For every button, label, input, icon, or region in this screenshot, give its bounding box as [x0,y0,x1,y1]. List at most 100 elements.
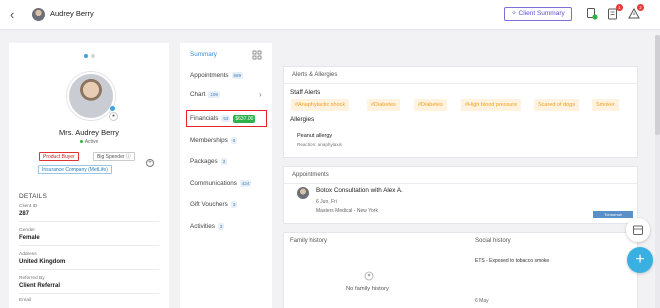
field-referred-by: Referred By Client Referral [19,276,159,294]
alerts-icon[interactable]: 2 [628,4,644,21]
divider [19,269,159,270]
nav-label: Appointments [190,72,229,79]
carousel-dot[interactable] [91,54,95,58]
alert-tag: #Diabetes [414,99,447,111]
nav-label: Activities [190,223,215,230]
client-name: Audrey Berry [50,9,94,18]
forms-icon[interactable]: 1 [607,4,623,21]
calendar-icon [633,225,643,235]
camera-icon[interactable]: ● [109,112,118,121]
history-card [283,232,638,308]
field-label: Gender [19,228,35,233]
count-badge: 3 [220,158,228,165]
tag-insurance[interactable]: Insurance Company (MetLife) [38,165,112,174]
empty-state-icon [364,271,374,281]
sparkle-icon: ✧ [511,10,519,17]
add-tag-icon[interactable]: + [146,159,154,167]
status-dot-icon [79,140,83,144]
alert-tag: #Diabetes [367,99,400,111]
nav-packages[interactable]: Packages 3 [190,158,228,165]
social-history-title: Social history [475,238,511,244]
carousel-dots[interactable] [84,54,98,60]
appointment-location: Masters Medical - New York [316,208,378,214]
count-badge: 589 [231,72,244,79]
nav-label: Communications [190,180,237,187]
grid-icon[interactable] [252,50,262,60]
alerts-badge: 2 [637,4,644,11]
nav-activities[interactable]: Activities 3 [190,223,225,230]
top-bar: ‹ Audrey Berry ✧ Client Summary 1 2 [0,0,660,30]
profile-panel: ● Mrs. Audrey Berry Active Product Buyer… [9,43,169,308]
field-gender: Gender Female [19,228,159,246]
field-email: Email [19,298,159,305]
nav-label: Memberships [190,137,228,144]
count-badge: 3 [230,201,238,208]
staff-alerts-heading: Staff Alerts [290,89,321,96]
nav-label: Packages [190,158,218,165]
staff-avatar [297,187,309,199]
allergies-heading: Allergies [290,116,315,123]
nav-appointments[interactable]: Appointments 589 [190,72,244,79]
details-heading: DETAILS [19,193,48,200]
calendar-fab-button[interactable] [626,218,650,242]
field-label: Address [19,252,37,257]
nav-memberships[interactable]: Memberships 0 [190,137,238,144]
client-avatar[interactable] [32,8,45,21]
field-address: Address United Kingdom [19,252,159,270]
appointments-card: Appointments [283,166,638,224]
carousel-dot-active[interactable] [84,54,88,58]
card-title: Alerts & Allergies [292,72,338,78]
nav-summary[interactable]: Summary [190,51,217,58]
field-value: Client Referral [19,283,61,289]
alert-tag: #High blood pressure [461,99,522,111]
status-badge: Active [9,139,169,145]
alert-tag: Scared of dogs [534,99,579,111]
tomorrow-badge: Tomorrow [593,211,633,218]
field-value: United Kingdom [19,259,66,265]
field-label: Email [19,298,31,303]
add-fab-button[interactable]: + [627,247,653,273]
divider [284,83,637,84]
nav-gift-vouchers[interactable]: Gift Vouchers 3 [190,201,238,208]
chevron-right-icon[interactable]: › [259,90,262,99]
online-indicator-icon [110,106,115,111]
allergy-reaction: Reaction: anaphylaxis [297,142,342,147]
divider [19,221,159,222]
back-arrow-icon[interactable]: ‹ [10,8,22,22]
client-summary-button[interactable]: ✧ Client Summary [504,7,572,21]
social-history-entry: ETS - Exposed to tobacco smoke [475,258,550,264]
alert-tag: Smoker [592,99,619,111]
profile-avatar[interactable] [67,72,115,120]
count-badge: 424 [239,180,252,187]
forms-badge: 1 [616,4,623,11]
nav-chart[interactable]: Chart 109 [190,91,220,98]
empty-family-history: No family history [346,286,389,292]
field-value: 287 [19,211,30,217]
divider [284,183,637,184]
field-client-id: Client ID 287 [19,204,159,222]
nav-communications[interactable]: Communications 424 [190,180,252,187]
client-summary-label: Client Summary [518,10,565,17]
count-badge: 0 [230,137,238,144]
appointment-title[interactable]: Botox Consultation with Alex A. [316,187,403,194]
nav-label: Chart [190,91,206,98]
section-nav: Summary Appointments 589 Chart 109 Financi… [180,43,272,308]
status-text: Active [84,139,99,145]
notes-icon[interactable] [586,7,598,21]
nav-label: Summary [190,51,217,58]
allergy-name: Peanut allergy [297,133,333,139]
profile-full-name: Mrs. Audrey Berry [58,128,119,137]
tag-big-spender[interactable]: Big Spender ⓘ [93,152,135,161]
divider [19,293,159,294]
field-label: Client ID [19,204,38,209]
financials-highlight [186,110,267,127]
field-label: Referred By [19,276,45,281]
social-history-date: 6 May [475,298,489,304]
tag-product-buyer[interactable]: Product Buyer [39,152,79,161]
appointment-date: 6 Jun, Fri [316,199,337,205]
count-badge: 3 [217,223,225,230]
card-title: Appointments [292,172,329,178]
divider [19,245,159,246]
count-badge: 109 [208,91,220,98]
scrollbar-thumb[interactable] [655,35,660,135]
